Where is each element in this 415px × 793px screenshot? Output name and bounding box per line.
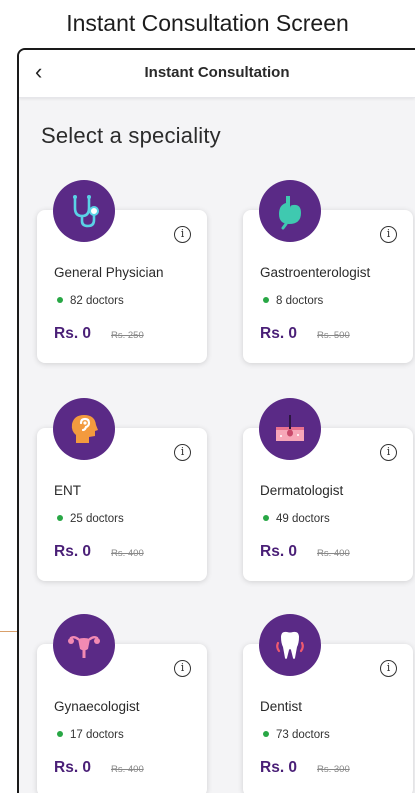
page-title: Instant Consultation	[144, 64, 290, 81]
available-dot-icon	[57, 297, 63, 304]
speciality-card-gynaecologist[interactable]: i Gynaecologist 17 doctors Rs. 0 Rs. 400	[37, 614, 207, 793]
stethoscope-icon	[53, 180, 115, 242]
speciality-name: Gynaecologist	[54, 699, 140, 714]
info-icon[interactable]: i	[174, 226, 191, 243]
price: Rs. 0	[54, 325, 92, 342]
speciality-name: Dermatologist	[260, 483, 344, 498]
speciality-name: Dentist	[260, 699, 303, 714]
speciality-card-gastroenterologist[interactable]: i Gastroenterologist 8 doctors Rs. 0 Rs.…	[243, 180, 413, 363]
uterus-icon	[53, 614, 115, 676]
stomach-icon	[259, 180, 321, 242]
old-price: Rs. 300	[317, 764, 350, 775]
old-price: Rs. 400	[111, 764, 144, 775]
info-icon[interactable]: i	[380, 660, 397, 677]
info-icon[interactable]: i	[380, 226, 397, 243]
info-icon[interactable]: i	[174, 660, 191, 677]
info-icon[interactable]: i	[174, 444, 191, 461]
available-dot-icon	[263, 731, 269, 738]
old-price: Rs. 250	[111, 330, 144, 341]
available-dot-icon	[57, 515, 63, 522]
section-title: Select a speciality	[41, 123, 221, 148]
speciality-name: ENT	[54, 483, 81, 498]
tooth-icon	[259, 614, 321, 676]
old-price: Rs. 500	[317, 330, 350, 341]
price: Rs. 0	[260, 325, 298, 342]
ear-head-icon	[53, 398, 115, 460]
old-price: Rs. 400	[111, 548, 144, 559]
price: Rs. 0	[260, 759, 298, 776]
app-bar: ‹ Instant Consultation	[19, 50, 415, 98]
doctor-count: 17 doctors	[54, 729, 124, 741]
divider-line	[0, 631, 17, 632]
speciality-card-dentist[interactable]: i Dentist 73 doctors Rs. 0 Rs. 300	[243, 614, 413, 793]
doctor-count: 8 doctors	[260, 295, 323, 307]
doctor-count: 82 doctors	[54, 295, 124, 307]
available-dot-icon	[263, 515, 269, 522]
speciality-card-dermatologist[interactable]: i Dermatologist 49 doctors Rs. 0 Rs. 400	[243, 398, 413, 581]
doctor-count: 49 doctors	[260, 513, 330, 525]
available-dot-icon	[263, 297, 269, 304]
info-icon[interactable]: i	[380, 444, 397, 461]
speciality-card-general-physician[interactable]: i General Physician 82 doctors Rs. 0 Rs.…	[37, 180, 207, 363]
price: Rs. 0	[54, 543, 92, 560]
speciality-name: Gastroenterologist	[260, 265, 371, 280]
doctor-count: 73 doctors	[260, 729, 330, 741]
speciality-name: General Physician	[54, 265, 164, 280]
doctor-count: 25 doctors	[54, 513, 124, 525]
price: Rs. 0	[54, 759, 92, 776]
speciality-card-ent[interactable]: i ENT 25 doctors Rs. 0 Rs. 400	[37, 398, 207, 581]
skin-icon	[259, 398, 321, 460]
phone-frame: ‹ Instant Consultation Select a speciali…	[17, 48, 415, 793]
available-dot-icon	[57, 731, 63, 738]
screen-caption: Instant Consultation Screen	[66, 10, 349, 36]
price: Rs. 0	[260, 543, 298, 560]
old-price: Rs. 400	[317, 548, 350, 559]
